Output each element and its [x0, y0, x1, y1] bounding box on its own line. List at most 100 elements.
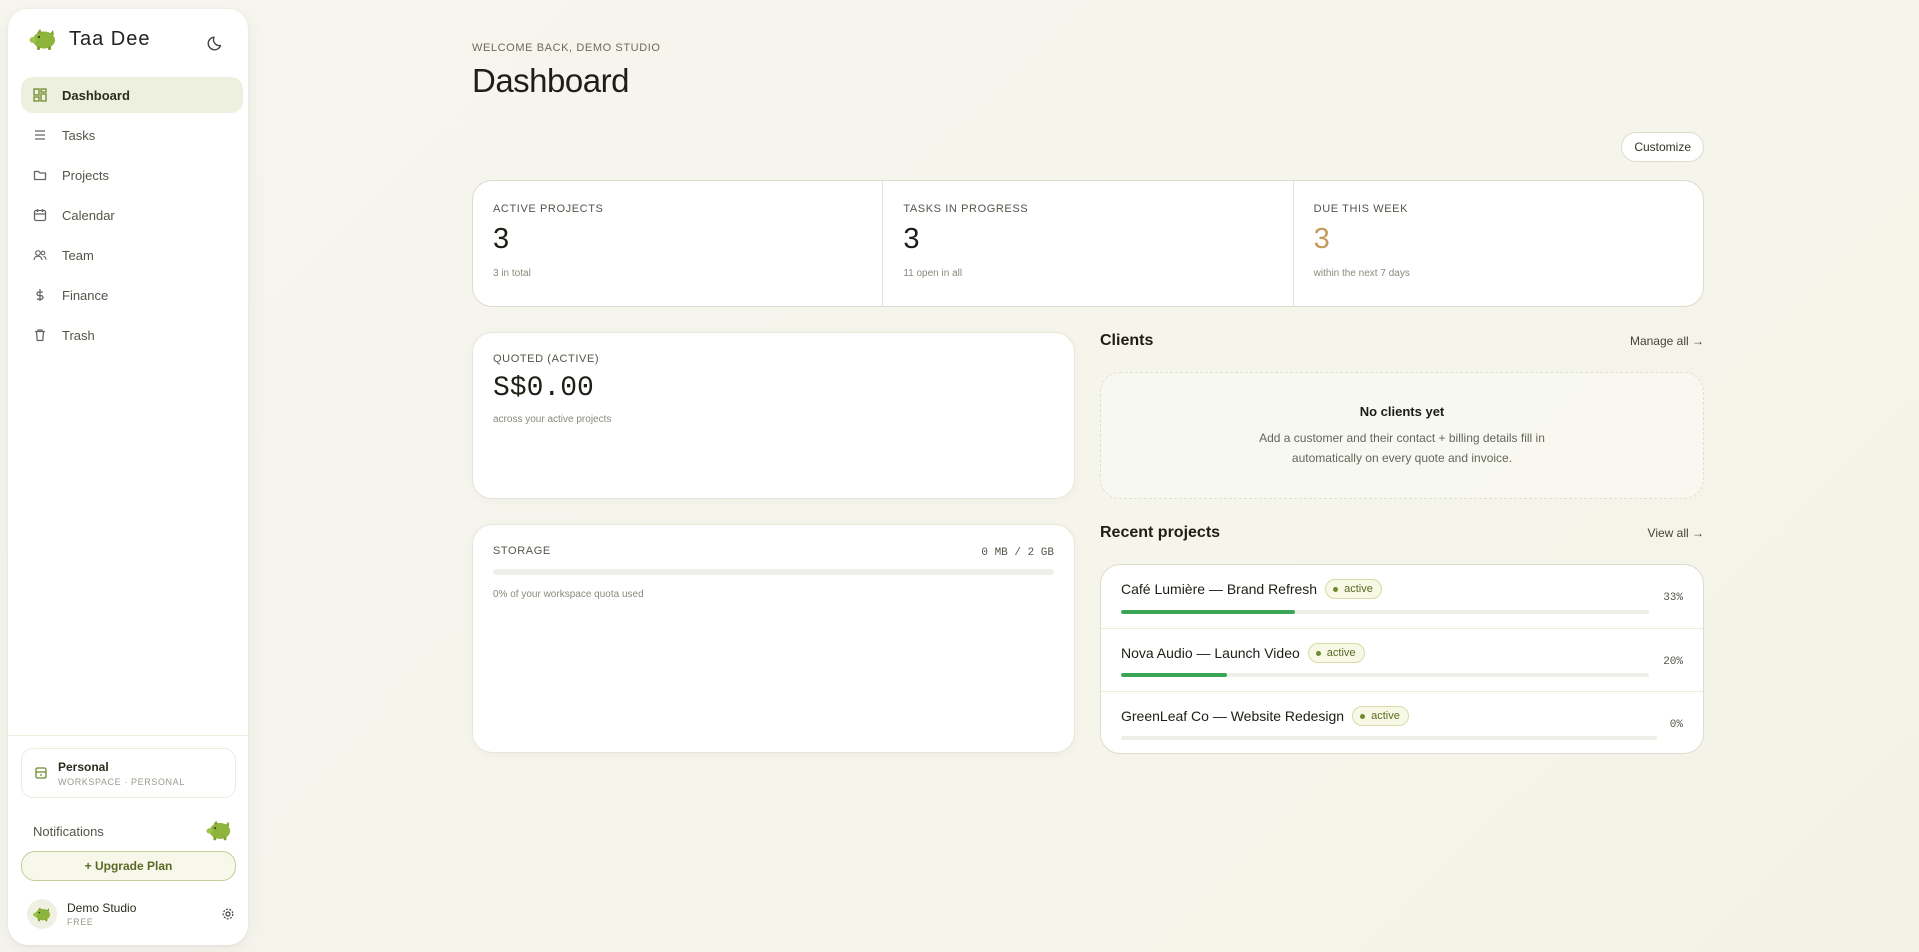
notifications-label: Notifications	[33, 823, 104, 839]
project-progress-fill	[1121, 673, 1227, 677]
sidebar-item-tasks[interactable]: Tasks	[21, 117, 243, 153]
project-progress-fill	[1121, 610, 1296, 614]
clients-empty-title: No clients yet	[1359, 403, 1445, 419]
gear-icon[interactable]	[221, 907, 235, 921]
sidebar-item-team[interactable]: Team	[21, 237, 243, 273]
sidebar-item-trash[interactable]: Trash	[21, 317, 243, 353]
calendar-icon	[33, 208, 47, 222]
stat-label: TASKS IN PROGRESS	[903, 203, 1029, 215]
customize-button[interactable]: Customize	[1621, 132, 1704, 162]
status-dot-icon	[1360, 713, 1366, 719]
quoted-value: S$0.00	[493, 373, 594, 404]
storage-sub: 0% of your workspace quota used	[493, 589, 644, 600]
sidebar-item-label: Finance	[62, 287, 109, 303]
clients-header: Clients Manage all →	[1100, 332, 1704, 350]
status-dot-icon	[1315, 650, 1321, 656]
brand-name: Taa Dee	[69, 27, 151, 50]
notifications-button[interactable]: Notifications	[33, 818, 233, 844]
theme-toggle-moon-icon[interactable]	[206, 33, 226, 53]
sidebar-item-label: Projects	[62, 167, 109, 183]
workspace-sub: WORKSPACE · PERSONAL	[58, 776, 185, 787]
sidebar-item-label: Trash	[62, 327, 95, 343]
view-all-projects-link[interactable]: View all →	[1648, 526, 1704, 540]
sidebar-item-label: Calendar	[62, 207, 115, 223]
clients-empty-text: Add a customer and their contact + billi…	[1259, 430, 1545, 465]
dashboard-icon	[33, 88, 47, 102]
status-badge: active	[1307, 643, 1365, 663]
quoted-label: QUOTED (ACTIVE)	[493, 353, 600, 365]
project-progress-bar	[1121, 673, 1649, 677]
stat-sub: 11 open in all	[903, 268, 963, 279]
status-label: active	[1371, 710, 1400, 722]
user-profile[interactable]: Demo Studio FREE	[27, 894, 237, 934]
sidebar: Taa Dee Dashboard Tasks Projects Calenda…	[8, 9, 248, 945]
stat-value: 3	[1313, 223, 1330, 255]
list-icon	[33, 128, 47, 142]
sidebar-item-projects[interactable]: Projects	[21, 157, 243, 193]
stat-sub: within the next 7 days	[1313, 268, 1410, 279]
storage-card: STORAGE 0 MB / 2 GB 0% of your workspace…	[472, 524, 1075, 753]
page-title: Dashboard	[472, 62, 629, 99]
project-row[interactable]: Nova Audio — Launch Video active 20%	[1101, 628, 1703, 691]
sidebar-item-calendar[interactable]: Calendar	[21, 197, 243, 233]
project-progress-label: 20%	[1663, 656, 1683, 668]
stat-active-projects: ACTIVE PROJECTS 3 3 in total	[473, 181, 882, 306]
recent-projects-header: Recent projects View all →	[1100, 524, 1704, 542]
sidebar-item-label: Team	[62, 247, 94, 263]
upgrade-plan-button[interactable]: + Upgrade Plan	[21, 851, 236, 881]
project-progress-bar	[1121, 736, 1657, 740]
sidebar-item-dashboard[interactable]: Dashboard	[21, 77, 243, 113]
recent-projects-title: Recent projects	[1100, 524, 1221, 541]
project-name: Nova Audio — Launch Video	[1121, 645, 1300, 661]
stat-sub: 3 in total	[493, 268, 531, 279]
manage-clients-link[interactable]: Manage all →	[1630, 334, 1704, 348]
recent-projects-list: Café Lumière — Brand Refresh active 33% …	[1100, 564, 1704, 754]
stat-due-this-week: DUE THIS WEEK 3 within the next 7 days	[1292, 181, 1703, 306]
project-name: Café Lumière — Brand Refresh	[1121, 581, 1318, 597]
user-name: Demo Studio	[67, 901, 137, 915]
status-badge: active	[1325, 579, 1382, 599]
notifications-mascot-icon	[205, 818, 233, 842]
stat-label: ACTIVE PROJECTS	[493, 203, 604, 215]
quoted-card: QUOTED (ACTIVE) S$0.00 across your activ…	[472, 332, 1075, 499]
stat-value: 3	[903, 223, 920, 255]
folder-icon	[33, 168, 47, 182]
user-plan: FREE	[67, 917, 94, 927]
team-icon	[33, 248, 47, 262]
stat-tasks-in-progress: TASKS IN PROGRESS 3 11 open in all	[882, 181, 1292, 306]
sidebar-nav: Dashboard Tasks Projects Calendar Team F…	[21, 77, 243, 357]
project-name: GreenLeaf Co — Website Redesign	[1121, 708, 1345, 724]
status-label: active	[1326, 647, 1356, 659]
storage-label: STORAGE	[493, 545, 551, 557]
avatar-mascot-icon	[32, 906, 52, 922]
storage-progress-bar	[493, 569, 1054, 575]
clients-empty-state: No clients yet Add a customer and their …	[1100, 372, 1704, 499]
project-progress-bar	[1121, 610, 1649, 614]
quoted-sub: across your active projects	[493, 414, 612, 425]
project-progress-label: 0%	[1669, 719, 1683, 731]
avatar	[27, 899, 57, 929]
workspace-switcher[interactable]: Personal WORKSPACE · PERSONAL	[21, 748, 236, 798]
workspace-name: Personal	[58, 759, 109, 774]
stat-value: 3	[493, 223, 510, 255]
clients-title: Clients	[1100, 332, 1154, 349]
building-icon	[35, 767, 47, 779]
project-progress-label: 33%	[1663, 592, 1683, 604]
sidebar-divider	[8, 735, 248, 736]
sidebar-item-label: Tasks	[62, 127, 96, 143]
brand-logo-icon	[28, 27, 58, 51]
sidebar-item-label: Dashboard	[62, 87, 130, 103]
trash-icon	[33, 328, 47, 342]
status-label: active	[1344, 583, 1373, 595]
storage-usage: 0 MB / 2 GB	[981, 547, 1054, 559]
welcome-eyebrow: WELCOME BACK, DEMO STUDIO	[472, 42, 661, 54]
sidebar-item-finance[interactable]: Finance	[21, 277, 243, 313]
status-badge: active	[1352, 706, 1409, 726]
stat-label: DUE THIS WEEK	[1313, 203, 1409, 215]
project-row[interactable]: GreenLeaf Co — Website Redesign active 0…	[1101, 691, 1703, 753]
status-dot-icon	[1333, 586, 1339, 592]
stats-panel: ACTIVE PROJECTS 3 3 in total TASKS IN PR…	[472, 180, 1704, 307]
dollar-icon	[33, 288, 47, 302]
brand[interactable]: Taa Dee	[28, 27, 151, 51]
project-row[interactable]: Café Lumière — Brand Refresh active 33%	[1101, 565, 1703, 628]
